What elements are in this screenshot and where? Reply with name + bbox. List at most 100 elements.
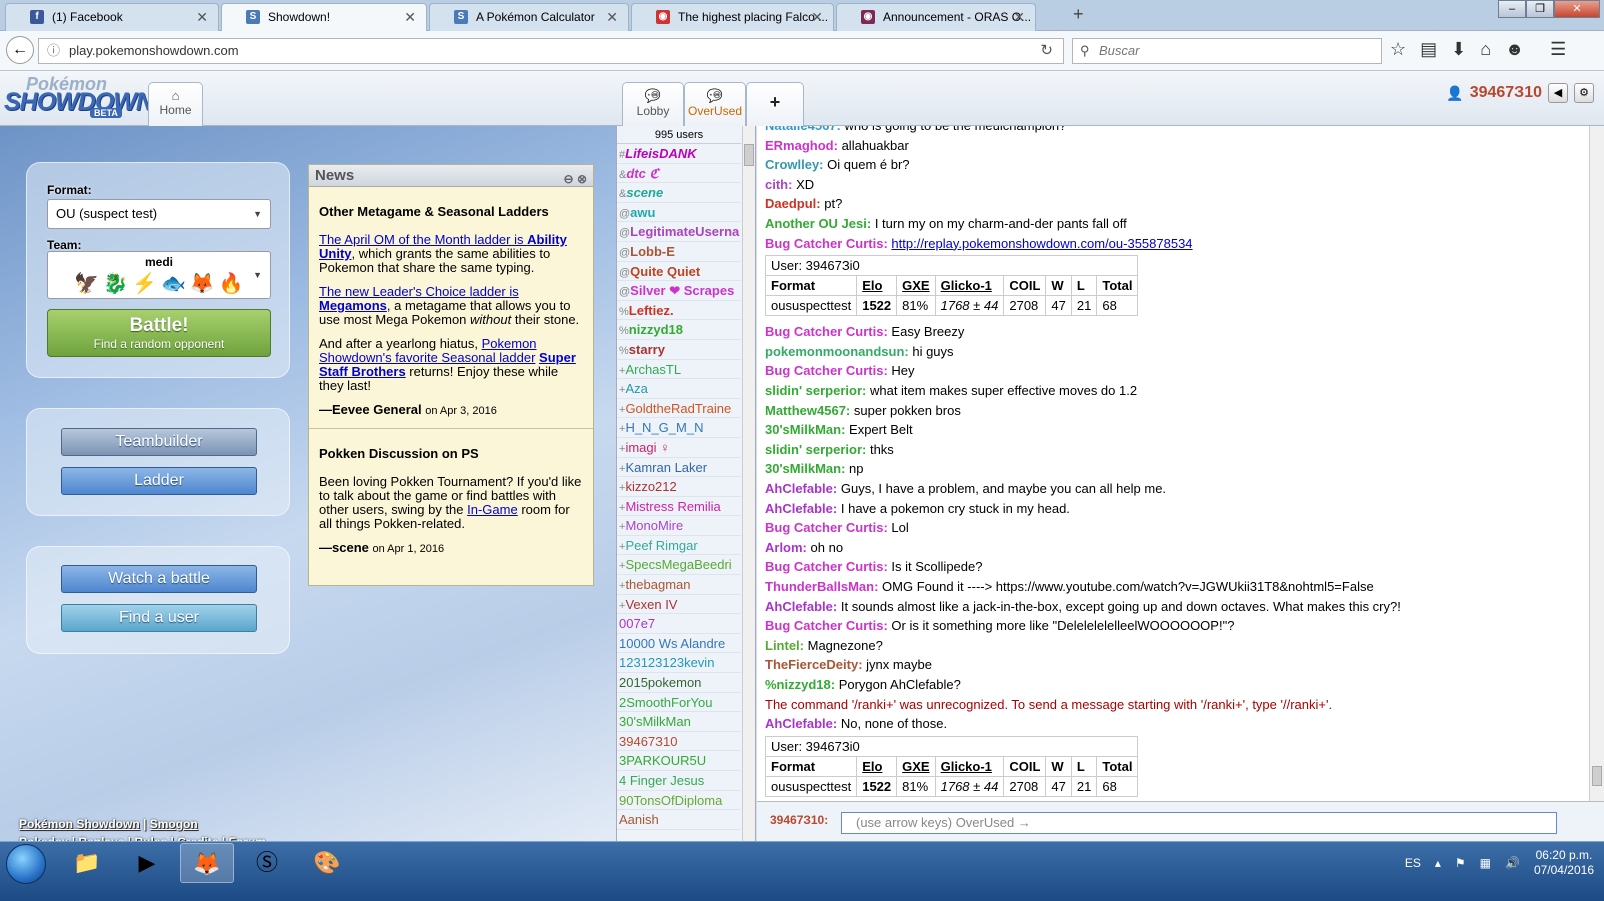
battle-button[interactable]: Battle! Find a random opponent	[47, 309, 271, 357]
download-icon[interactable]: ⬇	[1451, 39, 1466, 60]
tray-expand-icon[interactable]: ▴	[1435, 856, 1441, 870]
close-tab-icon[interactable]: ✕	[811, 4, 823, 30]
user-list-item[interactable]: 10000 Ws Alandre	[617, 634, 741, 654]
user-list-item[interactable]: 007e7	[617, 614, 741, 634]
chat-username[interactable]: ERmaghod:	[765, 138, 838, 153]
skype-icon[interactable]: Ⓢ	[240, 843, 294, 883]
tab-home[interactable]: ⌂ Home	[148, 82, 203, 126]
chat-username[interactable]: Natalie4567:	[765, 126, 841, 133]
chat-username[interactable]: Another OU Jesi:	[765, 216, 871, 231]
volume-icon[interactable]: 🔊	[1505, 856, 1520, 870]
language-indicator[interactable]: ES	[1405, 856, 1421, 870]
browser-tab[interactable]: S Showdown! ✕	[221, 3, 427, 32]
find-user-button[interactable]: Find a user	[61, 604, 257, 632]
add-room-button[interactable]: +	[746, 82, 804, 126]
user-list-item[interactable]: +ArchasTL	[617, 360, 741, 380]
chat-username[interactable]: slidin' serperior:	[765, 383, 866, 398]
chat-username[interactable]: pokemonmoonandsun:	[765, 344, 909, 359]
chat-scrollbar[interactable]	[1589, 126, 1604, 801]
gear-icon[interactable]: ⚙	[1574, 83, 1594, 103]
tab-lobby[interactable]: ⊗ 💬 Lobby	[622, 82, 684, 126]
user-list-item[interactable]: +kizzo212	[617, 477, 741, 497]
chat-username[interactable]: Bug Catcher Curtis:	[765, 618, 888, 633]
media-player-icon[interactable]: ▶	[120, 843, 174, 883]
close-tab-icon[interactable]: ✕	[1013, 4, 1025, 30]
chat-username[interactable]: Matthew4567:	[765, 403, 850, 418]
user-list-item[interactable]: 30'sMilkMan	[617, 712, 741, 732]
user-list-item[interactable]: &scene	[617, 183, 741, 203]
chat-username[interactable]: Crowlley:	[765, 157, 824, 172]
team-select[interactable]: medi 🦅 🐉 ⚡ 🐟 🦊 🔥 ▼	[47, 251, 271, 299]
user-list-item[interactable]: +Aza	[617, 379, 741, 399]
user-list-item[interactable]: Aanish	[617, 810, 741, 830]
start-button[interactable]	[6, 844, 46, 884]
user-list-item[interactable]: +GoldtheRadTraine	[617, 399, 741, 419]
user-list-item[interactable]: %nizzyd18	[617, 320, 741, 340]
url-bar[interactable]: ⓘ play.pokemonshowdown.com ↻	[38, 38, 1064, 64]
user-list-item[interactable]: 90TonsOfDiploma	[617, 791, 741, 811]
browser-tab[interactable]: f (1) Facebook ✕	[5, 3, 219, 31]
close-tab-icon[interactable]: ✕	[404, 4, 416, 30]
user-list-item[interactable]: +MonoMire	[617, 516, 741, 536]
new-tab-button[interactable]: +	[1073, 4, 1084, 25]
teambuilder-button[interactable]: Teambuilder	[61, 428, 257, 456]
reading-list-icon[interactable]: ▤	[1420, 39, 1437, 60]
showdown-logo[interactable]: Pokémon SHOWDOWN BETA	[4, 74, 154, 120]
user-list-item[interactable]: @LegitimateUserna	[617, 222, 741, 242]
chat-username[interactable]: Daedpul:	[765, 196, 821, 211]
user-list-item[interactable]: +Mistress Remilia	[617, 497, 741, 517]
minimize-icon[interactable]: –	[1498, 0, 1526, 18]
chat-username[interactable]: AhClefable:	[765, 716, 837, 731]
close-icon[interactable]: ⊗	[631, 87, 679, 103]
user-list-item[interactable]: @Silver ❤ Scrapes	[617, 281, 741, 301]
flag-icon[interactable]: ⚑	[1455, 856, 1466, 870]
user-list-item[interactable]: +Vexen IV	[617, 595, 741, 615]
chat-username[interactable]: 30'sMilkMan:	[765, 422, 845, 437]
user-list-scrollbar[interactable]	[742, 126, 755, 841]
user-list-item[interactable]: +Peef Rimgar	[617, 536, 741, 556]
menu-icon[interactable]: ☰	[1550, 39, 1566, 60]
user-list-item[interactable]: 2SmoothForYou	[617, 693, 741, 713]
close-tab-icon[interactable]: ✕	[606, 4, 618, 30]
chat-username[interactable]: AhClefable:	[765, 501, 837, 516]
chat-input[interactable]: (use arrow keys) OverUsed →	[841, 812, 1557, 834]
close-window-icon[interactable]: ✕	[1554, 0, 1600, 18]
maximize-icon[interactable]: ❐	[1526, 0, 1554, 18]
chat-username[interactable]: Bug Catcher Curtis:	[765, 520, 888, 535]
chat-username[interactable]: ThunderBallsMan:	[765, 579, 878, 594]
user-list-item[interactable]: 123123123kevin	[617, 653, 741, 674]
firefox-icon[interactable]: 🦊	[180, 843, 234, 883]
user-list-item[interactable]: @Lobb-E	[617, 242, 741, 262]
chat-username[interactable]: AhClefable:	[765, 599, 837, 614]
user-list-item[interactable]: &dtc ℭ	[617, 164, 741, 184]
user-list-item[interactable]: +thebagman	[617, 575, 741, 595]
user-list-item[interactable]: @awu	[617, 203, 741, 223]
news-link[interactable]: In-Game	[467, 502, 518, 517]
chat-username[interactable]: Arlom:	[765, 540, 807, 555]
user-list-item[interactable]: +Kamran Laker	[617, 458, 741, 478]
chat-username[interactable]: Bug Catcher Curtis:	[765, 559, 888, 574]
chat-link[interactable]: http://replay.pokemonshowdown.com/ou-355…	[891, 236, 1192, 251]
watch-battle-button[interactable]: Watch a battle	[61, 565, 257, 593]
close-icon[interactable]: ⊗	[577, 172, 587, 186]
bookmark-star-icon[interactable]: ☆	[1390, 39, 1406, 60]
minimize-icon[interactable]: ⊖	[564, 172, 574, 186]
home-icon[interactable]: ⌂	[1480, 39, 1491, 60]
format-select[interactable]: OU (suspect test) ▼	[47, 199, 271, 229]
chat-username[interactable]: AhClefable:	[765, 481, 837, 496]
network-icon[interactable]: ▦	[1480, 856, 1491, 870]
tab-overused[interactable]: ⊗ 💬 OverUsed	[684, 82, 746, 126]
chat-bubble-icon[interactable]: ☻	[1505, 39, 1524, 60]
user-list-item[interactable]: #LifeisDANK	[617, 144, 741, 164]
browser-tab[interactable]: S A Pokémon Calculator ✕	[429, 3, 629, 31]
paint-icon[interactable]: 🎨	[300, 843, 354, 883]
user-list-item[interactable]: 4 Finger Jesus	[617, 771, 741, 791]
browser-tab[interactable]: ◉ Announcement - ORAS O... ✕	[836, 3, 1036, 31]
footer-link-smogon[interactable]: Smogon	[150, 817, 198, 831]
user-list-item[interactable]: 2015pokemon	[617, 673, 741, 693]
user-list-item[interactable]: @Quite Quiet	[617, 262, 741, 282]
chat-username[interactable]: 30'sMilkMan:	[765, 461, 845, 476]
chat-username[interactable]: slidin' serperior:	[765, 442, 866, 457]
close-icon[interactable]: ⊗	[693, 87, 741, 103]
user-list-item[interactable]: 3PARKOUR5U	[617, 751, 741, 771]
